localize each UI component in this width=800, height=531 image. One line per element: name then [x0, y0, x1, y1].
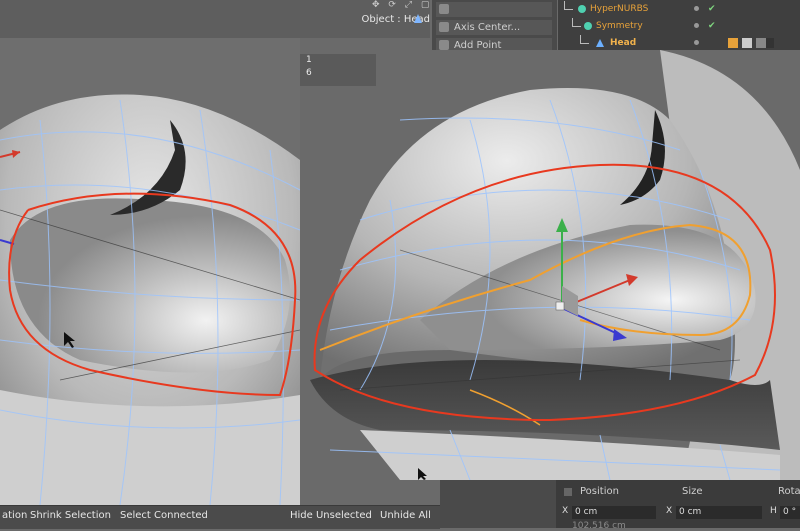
viewport-right-render: [300, 50, 800, 480]
rotation-header: Rota: [778, 486, 800, 497]
tree-branch: [572, 18, 581, 27]
shrink-selection-button[interactable]: Shrink Selection: [30, 510, 111, 521]
position-x-field[interactable]: 0 cm: [572, 506, 656, 519]
viewport-right[interactable]: [300, 50, 800, 480]
panel-grip-icon: [564, 488, 572, 496]
object-row-hypernurbs[interactable]: HyperNURBS ✔: [558, 1, 800, 17]
tag-icons[interactable]: [728, 38, 774, 48]
coord-line-1: 1: [306, 55, 312, 65]
size-header: Size: [682, 486, 703, 497]
coordinate-readout: 1 6: [300, 54, 376, 86]
selection-toolbar: ation Shrink Selection Select Connected …: [0, 505, 440, 529]
object-row-head[interactable]: Head: [558, 35, 800, 51]
size-x-label: X: [666, 506, 673, 516]
object-manager: HyperNURBS ✔ Symmetry ✔ Head: [558, 0, 800, 55]
rotation-h-label: H: [770, 506, 777, 516]
viewport-left[interactable]: [0, 0, 300, 505]
check-icon[interactable]: ✔: [708, 18, 716, 34]
viewport-left-render: [0, 0, 300, 505]
add-point-icon: [439, 40, 449, 50]
tool-menu-item-first[interactable]: [436, 2, 552, 17]
coord-line-2: 6: [306, 68, 312, 78]
object-name-head: Head: [610, 38, 637, 48]
visibility-dot[interactable]: [694, 40, 699, 45]
select-connected-button[interactable]: Select Connected: [120, 510, 208, 521]
attribute-side-strip: [440, 480, 556, 528]
position-header: Position: [580, 486, 619, 497]
tool-menu: Axis Center... Add Point: [432, 0, 557, 55]
tool-menu-item-axis-center[interactable]: Axis Center...: [436, 20, 552, 35]
polygon-object-icon: [596, 39, 604, 47]
unhide-all-button[interactable]: Unhide All: [380, 510, 431, 521]
axis-gizmo-icon: [414, 14, 422, 23]
check-icon[interactable]: ✔: [708, 1, 716, 17]
visibility-dot[interactable]: [694, 23, 699, 28]
size-x-field[interactable]: 0 cm: [676, 506, 762, 519]
tool-icon: [439, 4, 449, 14]
tree-branch: [580, 35, 589, 44]
tree-branch: [564, 1, 573, 10]
position-y-field[interactable]: 102.516 cm: [572, 521, 626, 531]
visibility-dot[interactable]: [694, 6, 699, 11]
symmetry-icon: [584, 22, 592, 30]
object-row-symmetry[interactable]: Symmetry ✔: [558, 18, 800, 34]
axis-center-icon: [439, 22, 449, 32]
viewport-nav-icons[interactable]: ✥ ⟳ ⤢ ▢: [372, 0, 432, 12]
object-name-hypernurbs: HyperNURBS: [590, 4, 649, 14]
coordinates-panel: Position Size Rota X 0 cm X 0 cm H 0 ° 1…: [556, 480, 800, 531]
rotation-h-field[interactable]: 0 °: [780, 506, 800, 519]
hypernurbs-icon: [578, 5, 586, 13]
bottom-item-ation[interactable]: ation: [2, 510, 27, 521]
position-x-label: X: [562, 506, 569, 516]
hide-unselected-button[interactable]: Hide Unselected: [290, 510, 372, 521]
object-name-symmetry: Symmetry: [596, 21, 643, 31]
